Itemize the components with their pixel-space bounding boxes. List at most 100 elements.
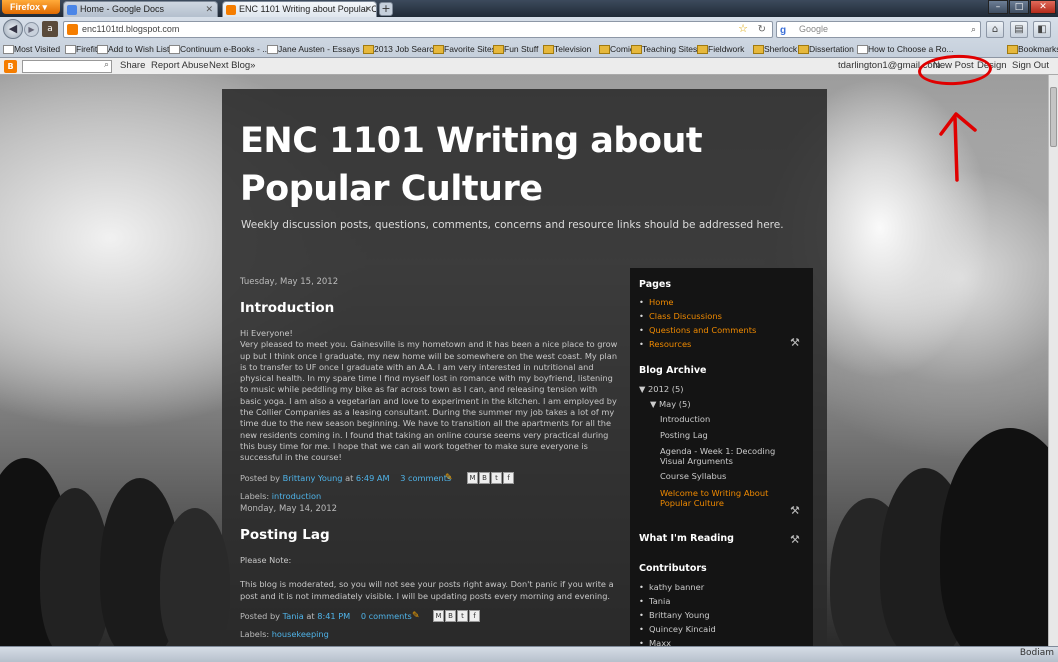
nav-toolbar: ◀ ▶ a enc1101td.blogspot.com ☆ ↻ g Googl… <box>0 19 1058 41</box>
post-time-link[interactable]: 8:41 PM <box>317 611 350 621</box>
archive-month[interactable]: ▼ May (5) <box>650 399 691 409</box>
email-share-icon[interactable]: M <box>467 471 478 484</box>
labels-label: Labels: <box>240 490 270 501</box>
blogger-logo-icon[interactable]: B <box>4 60 17 73</box>
page-link-home[interactable]: Home <box>639 297 674 307</box>
annotation-arrow-icon <box>939 112 977 182</box>
sign-out-link[interactable]: Sign Out <box>1012 60 1049 71</box>
contributor-link[interactable]: kathy banner <box>639 582 704 592</box>
close-icon[interactable]: ✕ <box>364 2 372 17</box>
edit-pencil-icon[interactable]: ✎ <box>445 473 454 483</box>
bookmarks-menu[interactable]: Bookmarks <box>1006 42 1058 56</box>
forward-button[interactable]: ▶ <box>24 22 39 37</box>
bookmark-folder[interactable]: Favorite Sites <box>432 42 496 56</box>
bookmark-item[interactable]: How to Choose a Ro... <box>856 42 954 56</box>
report-abuse-link[interactable]: Report Abuse <box>151 60 209 71</box>
bookmark-folder[interactable]: 2013 Job Search <box>362 42 438 56</box>
contributor-link[interactable]: Brittany Young <box>639 610 710 620</box>
bookmark-folder[interactable]: Sherlock <box>752 42 797 56</box>
bookmark-folder[interactable]: Dissertation <box>797 42 854 56</box>
toolbar-icon[interactable]: ▤ <box>1010 21 1028 38</box>
twitter-share-icon[interactable]: t <box>491 471 502 484</box>
bookmark-folder[interactable]: Fieldwork <box>696 42 744 56</box>
bookmark-item[interactable]: Add to Wish List <box>96 42 169 56</box>
back-button[interactable]: ◀ <box>3 19 23 39</box>
next-blog-link[interactable]: Next Blog» <box>209 60 255 71</box>
page-link-questions[interactable]: Questions and Comments <box>639 325 756 335</box>
share-link[interactable]: Share <box>120 60 145 71</box>
archive-post-link-current[interactable]: Welcome to Writing About Popular Culture <box>660 488 795 508</box>
close-window-button[interactable]: ✕ <box>1030 0 1056 14</box>
reading-heading: What I'm Reading <box>639 533 734 544</box>
comments-link[interactable]: 0 comments <box>361 611 412 621</box>
page-link-resources[interactable]: Resources <box>639 339 691 349</box>
search-input[interactable]: g Google ⌕ <box>776 21 981 38</box>
bookmark-folder[interactable]: Fun Stuff <box>492 42 538 56</box>
author-link[interactable]: Brittany Young <box>283 473 343 483</box>
email-share-icon[interactable]: M <box>433 609 444 622</box>
contributor-link[interactable]: Tania <box>639 596 670 606</box>
post-labels: Labels: introduction <box>240 491 620 501</box>
close-icon[interactable]: ✕ <box>205 2 213 17</box>
post-body: Hi Everyone! Very pleased to meet you. G… <box>240 328 618 463</box>
addon-icon[interactable]: ◧ <box>1033 21 1051 38</box>
archive-post-link[interactable]: Agenda - Week 1: Decoding Visual Argumen… <box>660 446 795 466</box>
bookmark-folder[interactable]: Teaching Sites <box>630 42 697 56</box>
scrollbar-thumb[interactable] <box>1050 87 1057 147</box>
facebook-share-icon[interactable]: f <box>503 471 514 484</box>
archive-post-link[interactable]: Introduction <box>660 414 710 424</box>
bookmark-folder[interactable]: Comic <box>598 42 634 56</box>
wrench-icon[interactable]: ⚒ <box>790 533 800 546</box>
tab-google-docs[interactable]: Home - Google Docs ✕ <box>63 1 218 17</box>
bookmark-item[interactable]: Most Visited <box>2 42 60 56</box>
at-label: at <box>345 472 354 483</box>
archive-post-link[interactable]: Posting Lag <box>660 430 708 440</box>
pages-heading: Pages <box>639 279 672 290</box>
blog-title[interactable]: ENC 1101 Writing about Popular Culture <box>240 117 800 213</box>
home-icon[interactable]: ⌂ <box>986 21 1004 38</box>
vertical-scrollbar[interactable] <box>1048 75 1058 646</box>
post-title[interactable]: Posting Lag <box>240 527 620 543</box>
comments-link[interactable]: 3 comments <box>400 473 451 483</box>
bookmark-star-icon[interactable]: ☆ <box>738 22 748 37</box>
blog-description: Weekly discussion posts, questions, comm… <box>241 219 784 231</box>
blog-share-icon[interactable]: B <box>479 471 490 484</box>
maximize-button[interactable]: □ <box>1009 0 1029 14</box>
wrench-icon[interactable]: ⚒ <box>790 336 800 349</box>
archive-post-link[interactable]: Course Syllabus <box>660 471 726 481</box>
search-icon[interactable]: ⌕ <box>971 22 976 37</box>
amazon-icon[interactable]: a <box>42 21 58 37</box>
edit-pencil-icon[interactable]: ✎ <box>412 611 421 621</box>
post-footer: Posted by Brittany Young at 6:49 AM 3 co… <box>240 471 620 485</box>
blog-main-column: ENC 1101 Writing about Popular Culture W… <box>222 89 827 649</box>
search-placeholder: Google <box>799 24 829 34</box>
bookmark-item[interactable]: Continuum e-Books - ... <box>168 42 269 56</box>
new-tab-button[interactable]: + <box>379 2 393 16</box>
bookmark-item[interactable]: Firefit <box>64 42 97 56</box>
facebook-share-icon[interactable]: f <box>469 609 480 622</box>
blog-search-input[interactable]: ⌕ <box>22 60 112 73</box>
label-link[interactable]: introduction <box>272 491 321 501</box>
status-right-text: Bodiam <box>1019 648 1054 658</box>
posted-by-label: Posted by <box>240 472 281 483</box>
blog-share-icon[interactable]: B <box>445 609 456 622</box>
page-link-class-discussions[interactable]: Class Discussions <box>639 311 722 321</box>
url-bar[interactable]: enc1101td.blogspot.com ☆ ↻ <box>63 21 773 38</box>
bookmark-item[interactable]: Jane Austen - Essays ... <box>266 42 369 56</box>
post-title[interactable]: Introduction <box>240 300 620 316</box>
minimize-button[interactable]: – <box>988 0 1008 14</box>
reload-icon[interactable]: ↻ <box>758 22 766 37</box>
tab-enc1101[interactable]: ENC 1101 Writing about Popular Cult... ✕ <box>222 1 377 17</box>
wrench-icon[interactable]: ⚒ <box>790 504 800 517</box>
post-date: Monday, May 14, 2012 <box>240 504 338 514</box>
post-time-link[interactable]: 6:49 AM <box>356 473 390 483</box>
search-icon[interactable]: ⌕ <box>104 60 109 70</box>
author-link[interactable]: Tania <box>283 611 304 621</box>
firefox-menu-button[interactable]: Firefox ▾ <box>2 0 60 14</box>
contributor-link[interactable]: Quincey Kincaid <box>639 624 716 634</box>
label-link[interactable]: housekeeping <box>272 629 329 639</box>
twitter-share-icon[interactable]: t <box>457 609 468 622</box>
tab-label: Home - Google Docs <box>80 4 165 14</box>
archive-year[interactable]: ▼ 2012 (5) <box>639 384 684 394</box>
bookmark-folder[interactable]: Television <box>542 42 591 56</box>
